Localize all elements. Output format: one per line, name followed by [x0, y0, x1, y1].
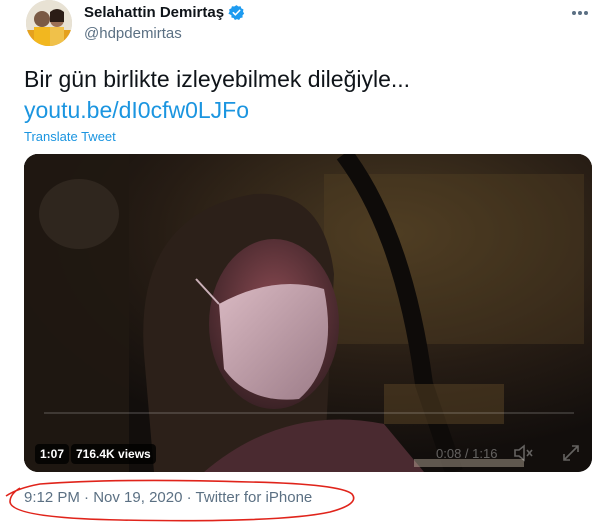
video-time-display: 0:08 / 1:16 [436, 446, 498, 461]
avatar[interactable] [26, 0, 72, 46]
author-handle[interactable]: @hdpdemirtas [84, 25, 182, 42]
profile-photo-icon [26, 0, 72, 46]
video-duration-badge: 1:07 [35, 444, 70, 464]
meta-separator: · [186, 489, 192, 506]
tweet-text: Bir gün birlikte izleyebilmek dileğiyle.… [24, 66, 411, 92]
tweet-date[interactable]: Nov 19, 2020 [93, 489, 182, 506]
meta-separator: · [84, 489, 90, 506]
fullscreen-icon[interactable] [560, 442, 582, 464]
author-name-row[interactable]: Selahattin Demirtaş [84, 4, 245, 21]
tweet-source[interactable]: Twitter for iPhone [196, 489, 313, 506]
video-views-badge: 716.4K views [71, 444, 156, 464]
tweet-link[interactable]: youtu.be/dI0cfw0LJFo [24, 95, 249, 125]
verified-badge-icon [228, 5, 245, 20]
tweet-time[interactable]: 9:12 PM [24, 489, 80, 506]
tweet-metadata: 9:12 PM · Nov 19, 2020 · Twitter for iPh… [24, 489, 312, 506]
more-options-icon[interactable] [569, 2, 591, 24]
volume-icon[interactable] [512, 442, 534, 464]
video-player[interactable] [24, 154, 592, 472]
translate-tweet-link[interactable]: Translate Tweet [24, 129, 116, 144]
author-name[interactable]: Selahattin Demirtaş [84, 4, 224, 21]
video-frame [24, 154, 592, 472]
